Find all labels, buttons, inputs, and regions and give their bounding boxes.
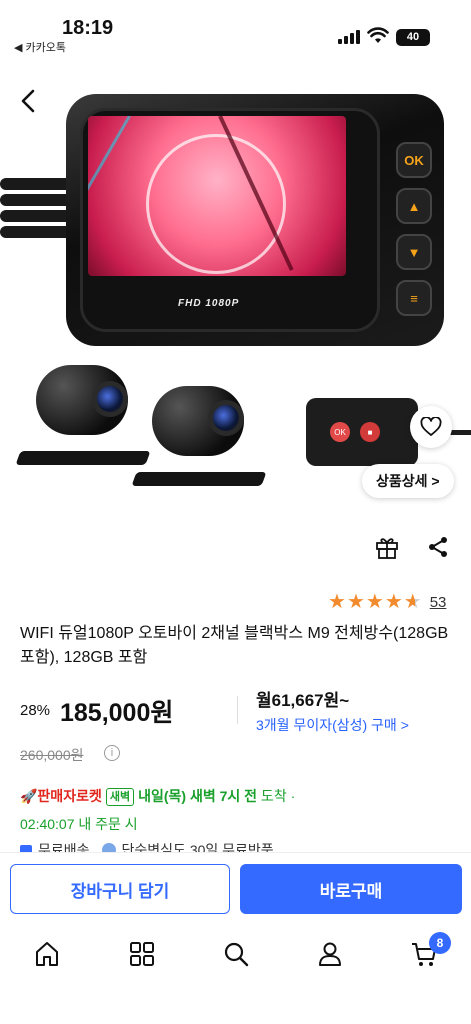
dashcam-main-unit: FHD 1080P OK ▲ ▼ ≡ — [66, 94, 444, 346]
buy-now-button[interactable]: 바로구매 — [240, 864, 462, 914]
cart-count-badge: 8 — [429, 932, 451, 954]
star-icon: ★ — [346, 591, 365, 613]
wifi-icon — [367, 27, 389, 43]
add-to-cart-button[interactable]: 장바구니 담기 — [10, 864, 230, 914]
screen-label: FHD 1080P — [178, 298, 240, 309]
original-price: 260,000원 — [20, 747, 84, 763]
discount-rate: 28% — [20, 702, 51, 719]
arrival-suffix: 도착 · — [257, 788, 296, 804]
review-count-link[interactable]: 53 — [430, 594, 447, 611]
back-arrow-icon[interactable] — [14, 86, 44, 116]
heart-icon — [420, 417, 442, 436]
my-page-icon[interactable] — [316, 940, 344, 968]
product-detail-button[interactable]: 상품상세 > — [362, 464, 454, 498]
remote-ok-button-icon: OK — [330, 422, 350, 442]
installment-link[interactable]: 3개월 무이자(삼성) 구매 > — [256, 715, 409, 735]
purchase-bar: 장바구니 담기 바로구매 — [0, 852, 471, 924]
up-triangle-icon: ▲ — [396, 188, 432, 224]
status-bar: 18:19 ◀ 카카오톡 40 — [0, 0, 471, 60]
category-grid-icon[interactable] — [128, 940, 156, 968]
menu-lines-icon: ≡ — [396, 280, 432, 316]
remote-control: OK ■ — [306, 398, 471, 466]
order-cutoff-timer: 02:40:07 내 주문 시 — [20, 816, 138, 832]
gift-share-icon[interactable] — [374, 534, 400, 560]
dashcam-screen — [88, 116, 346, 276]
dawn-badge: 새벽 — [105, 788, 135, 806]
down-triangle-icon: ▼ — [396, 234, 432, 270]
star-icon: ★ — [328, 591, 346, 613]
seller-rocket-label: 🚀판매자로켓 — [20, 788, 102, 804]
cable-bundle — [0, 178, 74, 248]
rating-stars: ★ ★ ★ ★ ★ — [328, 592, 422, 612]
sale-price: 185,000원 — [60, 699, 174, 727]
star-icon: ★ — [384, 591, 403, 613]
ok-power-icon: OK — [396, 142, 432, 178]
bottom-tab-bar — [0, 924, 471, 1024]
product-rating[interactable]: ★ ★ ★ ★ ★ 53 — [328, 592, 446, 612]
share-icon[interactable] — [426, 535, 450, 559]
battery-icon: 40 — [396, 29, 430, 46]
home-icon[interactable] — [33, 940, 61, 968]
star-icon: ★ — [365, 591, 384, 613]
remote-record-icon: ■ — [360, 422, 380, 442]
cellular-signal-icon — [338, 30, 360, 44]
arrival-time: 내일(목) 새벽 7시 전 — [138, 788, 258, 804]
product-image-gallery[interactable]: FHD 1080P OK ▲ ▼ ≡ OK ■ 상품상세 > — [0, 60, 471, 515]
product-title: WIFI 듀얼1080P 오토바이 2채널 블랙박스 M9 전체방수(128GB… — [20, 625, 449, 666]
half-star-icon: ★ — [403, 591, 422, 613]
info-icon[interactable]: i — [104, 745, 120, 761]
price-divider — [237, 696, 238, 724]
monthly-price: 월61,667원~ — [256, 691, 350, 710]
delivery-info: 🚀판매자로켓 새벽 내일(목) 새벽 7시 전 도착 · 02:40:07 내 주문… — [20, 782, 460, 838]
search-icon[interactable] — [222, 940, 250, 968]
back-to-app-link[interactable]: ◀ 카카오톡 — [14, 39, 66, 55]
wishlist-button[interactable] — [410, 406, 452, 448]
status-time: 18:19 — [62, 17, 114, 39]
